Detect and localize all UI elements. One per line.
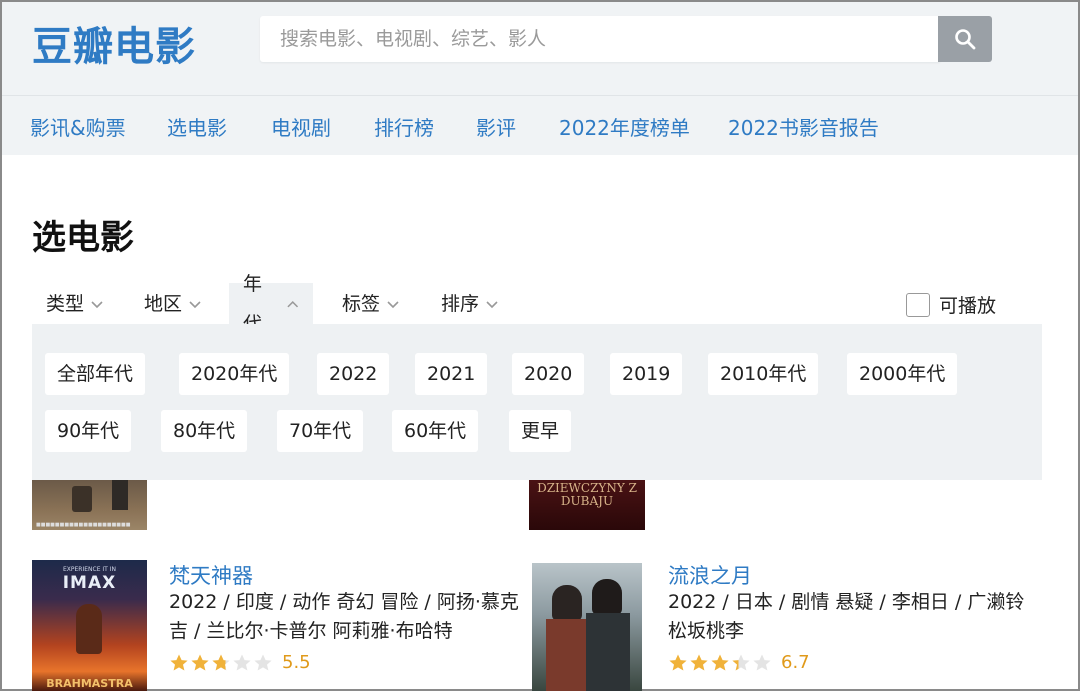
filter-tab-genre[interactable]: 类型 bbox=[32, 283, 118, 325]
decade-options-panel bbox=[32, 324, 1042, 480]
star-empty-icon bbox=[233, 654, 251, 670]
star-full-icon bbox=[711, 654, 729, 670]
filter-tab-sort[interactable]: 排序 bbox=[427, 283, 513, 325]
star-full-icon bbox=[669, 654, 687, 670]
douban-movie-logo[interactable]: 豆瓣电影 bbox=[32, 14, 196, 72]
filter-tab-label: 标签 bbox=[342, 293, 381, 315]
chevron-down-icon bbox=[387, 301, 399, 309]
movie-meta: 2022 / 日本 / 剧情 悬疑 / 李相日 / 广濑铃 bbox=[668, 591, 1025, 613]
movie-rating: 6.7 bbox=[668, 652, 810, 673]
nav-item-annual-report[interactable]: 2022书影音报告 bbox=[728, 112, 879, 141]
search-icon bbox=[955, 29, 976, 50]
filter-tab-label: 地区 bbox=[144, 293, 183, 315]
star-full-icon bbox=[170, 654, 188, 670]
filter-tab-label: 排序 bbox=[441, 293, 480, 315]
chevron-down-icon bbox=[189, 301, 201, 309]
nav-item-annual-list[interactable]: 2022年度榜单 bbox=[559, 112, 690, 141]
playable-checkbox[interactable] bbox=[906, 292, 930, 317]
filter-tab-tags[interactable]: 标签 bbox=[328, 283, 414, 325]
playable-toggle[interactable]: 可播放 bbox=[906, 291, 996, 318]
movie-meta: 2022 / 印度 / 动作 奇幻 冒险 / 阿扬·慕克 bbox=[169, 591, 519, 613]
movie-title[interactable]: 流浪之月 bbox=[668, 560, 752, 590]
chevron-down-icon bbox=[486, 301, 498, 309]
year-option-90s[interactable]: 90年代 bbox=[45, 410, 132, 452]
movie-poster-partial[interactable]: DZIEWCZYNY Z DUBAJU bbox=[529, 480, 645, 530]
nav-item-reviews[interactable]: 影评 bbox=[476, 112, 516, 141]
year-option-all[interactable]: 全部年代 bbox=[45, 353, 146, 395]
filter-tab-region[interactable]: 地区 bbox=[130, 283, 216, 325]
filter-tab-label: 类型 bbox=[46, 293, 85, 315]
year-option-70s[interactable]: 70年代 bbox=[277, 410, 364, 452]
playable-label: 可播放 bbox=[939, 295, 997, 317]
movie-poster[interactable] bbox=[532, 563, 642, 691]
nav-item-showtimes[interactable]: 影讯&购票 bbox=[30, 112, 126, 141]
chevron-down-icon bbox=[91, 301, 103, 309]
star-full-icon bbox=[690, 654, 708, 670]
movie-meta: 吉 / 兰比尔·卡普尔 阿莉雅·布哈特 bbox=[169, 620, 453, 642]
year-option-2000s[interactable]: 2000年代 bbox=[847, 353, 958, 395]
nav-item-explore-movies[interactable]: 选电影 bbox=[167, 112, 227, 141]
star-half-icon bbox=[212, 654, 230, 670]
movie-title[interactable]: 梵天神器 bbox=[169, 560, 253, 590]
poster-text: IMAX bbox=[62, 573, 117, 593]
year-option-2010s[interactable]: 2010年代 bbox=[708, 353, 819, 395]
movie-meta: 松坂桃李 bbox=[668, 620, 745, 642]
search-box[interactable] bbox=[260, 16, 940, 62]
star-empty-icon bbox=[753, 654, 771, 670]
page-title: 选电影 bbox=[32, 218, 134, 258]
search-button[interactable] bbox=[938, 16, 992, 62]
year-option-80s[interactable]: 80年代 bbox=[161, 410, 248, 452]
poster-text: BRAHMASTRA bbox=[46, 677, 133, 690]
star-empty-icon bbox=[254, 654, 272, 670]
star-full-icon bbox=[191, 654, 209, 670]
movie-poster[interactable]: EXPERIENCE IT IN IMAX BRAHMASTRA bbox=[32, 560, 147, 691]
chevron-up-icon bbox=[286, 300, 298, 308]
nav-item-tv[interactable]: 电视剧 bbox=[271, 112, 331, 141]
main-nav: 影讯&购票 选电影 电视剧 排行榜 影评 2022年度榜单 2022书影音报告 bbox=[2, 95, 1078, 155]
filter-tab-decade[interactable]: 年代 bbox=[229, 273, 313, 335]
year-option-earlier[interactable]: 更早 bbox=[509, 410, 572, 452]
poster-text: DZIEWCZYNY Z DUBAJU bbox=[537, 481, 637, 508]
star-half-icon bbox=[732, 654, 750, 670]
year-option-2019[interactable]: 2019 bbox=[610, 353, 683, 395]
rating-value: 6.7 bbox=[781, 652, 810, 673]
movie-rating: 5.5 bbox=[169, 652, 311, 673]
movie-poster-partial[interactable]: ■■■■■■■■■■■■■■■■■■■■ bbox=[32, 480, 147, 530]
header: 豆瓣电影 bbox=[2, 2, 1078, 95]
year-option-60s[interactable]: 60年代 bbox=[392, 410, 479, 452]
nav-item-charts[interactable]: 排行榜 bbox=[374, 112, 434, 141]
year-option-2022[interactable]: 2022 bbox=[317, 353, 390, 395]
year-option-2020[interactable]: 2020 bbox=[512, 353, 585, 395]
search-input[interactable] bbox=[260, 16, 940, 62]
year-option-2021[interactable]: 2021 bbox=[415, 353, 488, 395]
rating-value: 5.5 bbox=[282, 652, 311, 673]
year-option-2020s[interactable]: 2020年代 bbox=[179, 353, 290, 395]
